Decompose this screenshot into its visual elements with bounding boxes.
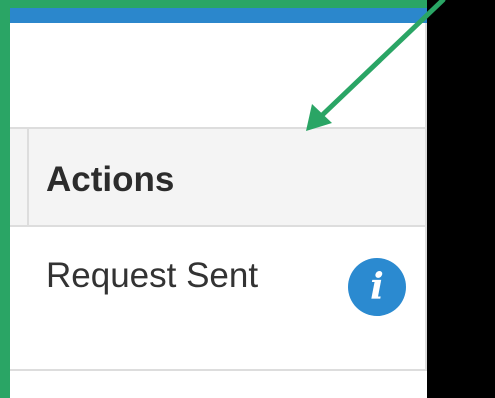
actions-column-header: Actions bbox=[46, 160, 175, 199]
table-right-border bbox=[425, 23, 427, 371]
screenshot-stage: Actions Request Sent i bbox=[0, 0, 495, 398]
annotation-frame-left bbox=[0, 0, 10, 398]
annotation-frame-top bbox=[0, 0, 427, 8]
info-icon[interactable]: i bbox=[348, 258, 406, 316]
request-status-text: Request Sent bbox=[46, 256, 259, 295]
column-divider bbox=[27, 129, 29, 225]
